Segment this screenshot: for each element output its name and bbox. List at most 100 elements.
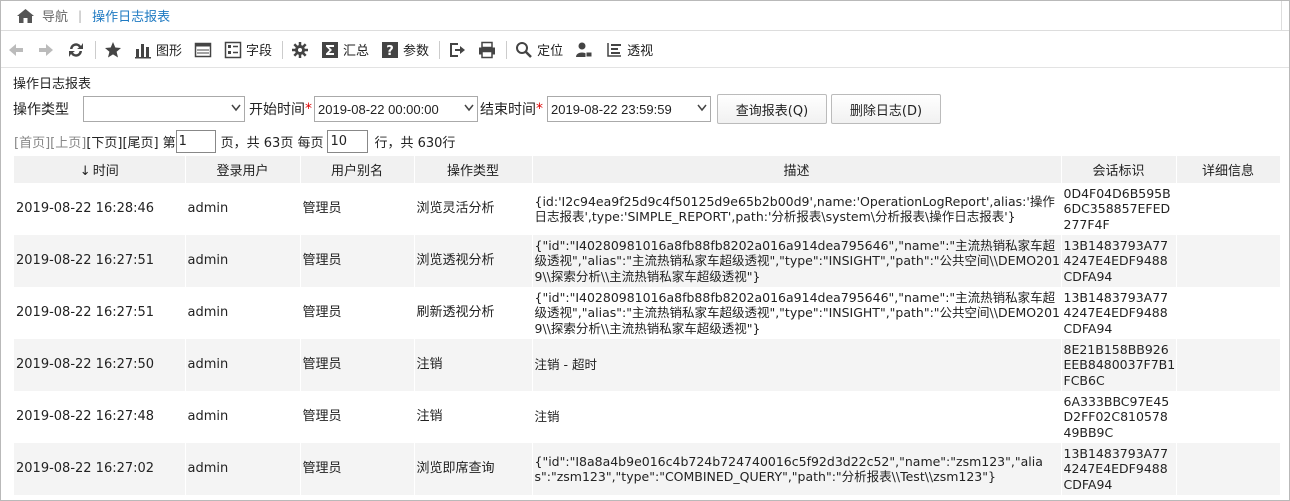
cell-detail[interactable] [1176,287,1281,339]
rows-info: 行，共 630行 [374,135,456,151]
forward-button[interactable] [37,37,55,63]
cell-alias: 管理员 [300,391,415,443]
cell-alias: 管理员 [300,287,415,339]
table-row[interactable]: 2019-08-22 16:27:02 admin 管理员 浏览即席查询 {"i… [14,443,1281,495]
favorite-button[interactable] [104,37,122,63]
cell-description: {id:'I2c94ea9f25d9c4f50125d9e65b2b00d9',… [532,183,1062,235]
params-button[interactable]: ? 参数 [381,37,429,63]
cell-user: admin [185,287,301,339]
column-header-description[interactable]: 描述 [532,156,1062,183]
cell-user: admin [185,391,301,443]
report-title: 操作日志报表 [13,77,92,92]
cell-user: admin [185,339,301,391]
cell-op-type: 注销 [414,391,533,443]
chevron-down-icon [464,104,474,112]
table-row[interactable]: 2019-08-22 16:27:51 admin 管理员 浏览透视分析 {"i… [14,235,1281,287]
prev-page-link[interactable]: [上页] [50,132,86,151]
cell-op-type: 浏览即席查询 [414,443,533,495]
start-time-select[interactable]: 2019-08-22 00:00:00 [314,96,478,122]
back-button[interactable] [7,37,25,63]
cell-session: 13B1483793A774247E4EDF9488CDFA94 [1061,443,1177,495]
next-page-link[interactable]: [下页] [86,132,122,151]
toolbar: 图形 字段 汇总 ? 参数 定位 透视 [1,32,1289,68]
cell-detail[interactable] [1176,235,1281,287]
cell-time: 2019-08-22 16:27:02 [14,443,186,495]
printer-icon [479,41,496,58]
column-header-time[interactable]: ↓ 时间 [14,156,186,183]
toolbar-divider [95,40,96,59]
cell-time: 2019-08-22 16:28:46 [14,183,186,235]
column-header-alias[interactable]: 用户别名 [300,156,415,183]
refresh-icon [69,42,83,57]
breadcrumb-separator: | [78,8,83,23]
cell-alias: 管理员 [300,183,415,235]
table-header-row: ↓ 时间 登录用户 用户别名 操作类型 描述 会话标识 详细信息 [14,156,1281,183]
chart-button-label: 图形 [156,44,183,59]
start-time-label: 开始时间 [249,102,305,118]
layout-button[interactable] [194,37,212,63]
op-type-select[interactable] [83,96,245,122]
cell-session: 6A333BBC97E45D2FF02C81057849BB9C [1061,391,1177,443]
export-button[interactable] [448,37,466,63]
cell-detail[interactable] [1176,183,1281,235]
toolbar-divider [439,40,441,59]
settings-button[interactable] [291,37,309,63]
refresh-button[interactable] [67,37,85,63]
locate-button-label: 定位 [537,44,564,59]
query-report-button[interactable]: 查询报表(Q) [717,94,827,124]
delete-log-button[interactable]: 删除日志(D) [831,94,941,124]
op-type-label: 操作类型 [13,102,69,118]
cell-detail[interactable] [1176,339,1281,391]
search-icon [516,41,532,58]
log-table: ↓ 时间 登录用户 用户别名 操作类型 描述 会话标识 详细信息 2019-08-… [14,156,1281,495]
sigma-icon [322,41,339,58]
breadcrumb-current[interactable]: 操作日志报表 [92,6,170,25]
cell-description: {"id":"I40280981016a8fb88fb8202a016a914d… [532,287,1062,339]
end-time-select[interactable]: 2019-08-22 23:59:59 [547,96,711,122]
pivot-button-label: 透视 [627,44,654,59]
toolbar-divider [282,40,284,59]
breadcrumb-nav[interactable]: 导航 [42,6,68,25]
home-icon[interactable] [17,8,34,23]
last-page-link[interactable]: [尾页] [122,132,158,151]
table-row[interactable]: 2019-08-22 16:27:51 admin 管理员 刷新透视分析 {"i… [14,287,1281,339]
gear-icon [292,41,309,58]
summary-button[interactable]: 汇总 [321,37,369,63]
required-mark: * [536,101,543,117]
chevron-down-icon [231,104,241,112]
table-row[interactable]: 2019-08-22 16:28:46 admin 管理员 浏览灵活分析 {id… [14,183,1281,235]
cell-op-type: 浏览透视分析 [414,235,533,287]
bar-chart-icon [135,43,151,58]
column-header-session[interactable]: 会话标识 [1061,156,1177,183]
column-header-user[interactable]: 登录用户 [185,156,301,183]
page-info: 页，共 63页 每页 [220,135,324,151]
pagination: [首页] [上页] [下页] [尾页] 第 1 页，共 63页 每页 10 行，… [14,129,455,153]
cell-detail[interactable] [1176,443,1281,495]
print-button[interactable] [478,37,496,63]
page-prefix: 第 [162,135,176,151]
first-page-link[interactable]: [首页] [14,132,50,151]
column-header-detail[interactable]: 详细信息 [1176,156,1281,183]
cell-op-type: 注销 [414,339,533,391]
scrollbar[interactable] [1281,1,1289,31]
cell-session: 0D4F04D6B595B6DC358857EFED277F4F [1061,183,1177,235]
column-header-op-type[interactable]: 操作类型 [414,156,533,183]
export-icon [450,42,466,57]
pivot-button[interactable]: 透视 [605,37,653,63]
required-mark: * [305,101,312,117]
cell-description: 注销 - 超时 [532,339,1062,391]
permission-button[interactable] [575,37,593,63]
locate-button[interactable]: 定位 [515,37,563,63]
cell-description: {"id":"I40280981016a8fb88fb8202a016a914d… [532,235,1062,287]
rows-per-page-input[interactable]: 10 [327,129,369,153]
fields-button[interactable]: 字段 [224,37,272,63]
cell-time: 2019-08-22 16:27:51 [14,287,186,339]
cell-op-type: 浏览灵活分析 [414,183,533,235]
user-lock-icon [576,42,593,57]
page-number-input[interactable]: 1 [175,129,216,153]
chart-button[interactable]: 图形 [134,37,182,63]
table-row[interactable]: 2019-08-22 16:27:48 admin 管理员 注销 注销 6A33… [14,391,1281,443]
cell-detail[interactable] [1176,391,1281,443]
table-row[interactable]: 2019-08-22 16:27:50 admin 管理员 注销 注销 - 超时… [14,339,1281,391]
breadcrumb: 导航 | 操作日志报表 [1,1,1289,31]
